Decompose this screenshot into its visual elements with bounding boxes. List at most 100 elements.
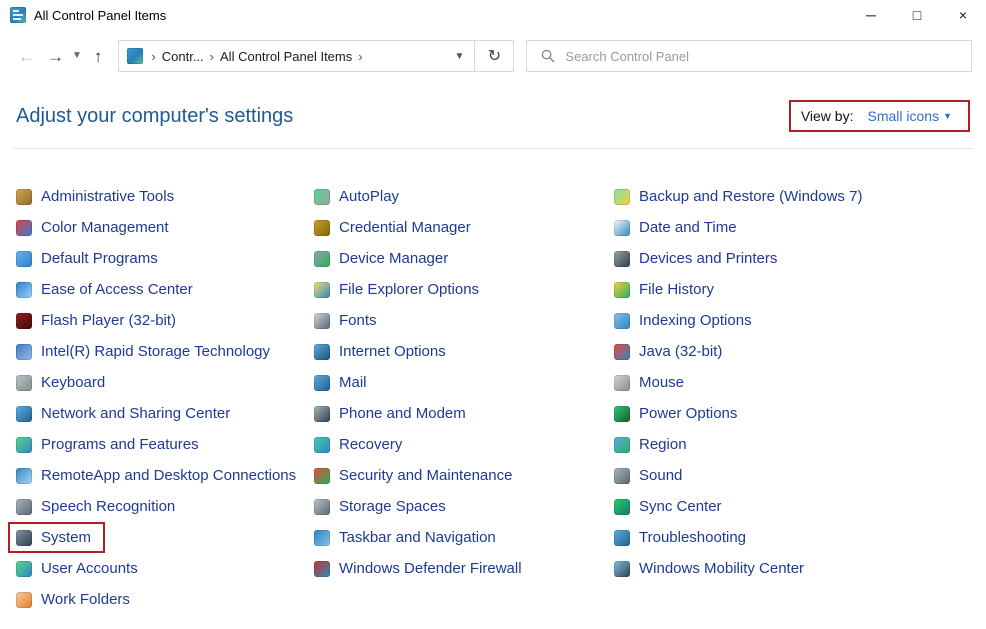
phone-modem-icon — [314, 406, 330, 422]
mail-icon — [314, 375, 330, 391]
control-panel-item[interactable]: Programs and Features — [16, 429, 207, 460]
search-input[interactable] — [563, 41, 971, 71]
control-panel-item[interactable]: Indexing Options — [614, 305, 760, 336]
maximize-button[interactable]: □ — [894, 0, 940, 30]
header-row: Adjust your computer's settings View by:… — [0, 100, 986, 132]
work-folders-icon — [16, 592, 32, 608]
control-panel-item[interactable]: Sound — [614, 460, 690, 491]
search-box — [526, 40, 972, 72]
control-panel-item-label: Device Manager — [339, 250, 448, 267]
control-panel-item[interactable]: Recovery — [314, 429, 410, 460]
control-panel-item[interactable]: Work Folders — [16, 584, 138, 615]
breadcrumb-chevron-icon[interactable]: › — [356, 49, 364, 64]
refresh-icon[interactable]: ↻ — [475, 41, 513, 71]
backup-restore-icon — [614, 189, 630, 205]
view-by-dropdown[interactable]: Small icons ▼ — [861, 107, 958, 125]
control-panel-item[interactable]: Mail — [314, 367, 375, 398]
power-options-icon — [614, 406, 630, 422]
chevron-down-icon: ▼ — [943, 111, 952, 121]
forward-button[interactable]: → — [41, 46, 70, 67]
address-dropdown-icon[interactable]: ▼ — [445, 41, 475, 71]
device-manager-icon — [314, 251, 330, 267]
recent-locations-chevron-icon[interactable]: ▼ — [70, 49, 84, 63]
control-panel-item[interactable]: Phone and Modem — [314, 398, 474, 429]
control-panel-item-label: Credential Manager — [339, 219, 471, 236]
control-panel-item[interactable]: Flash Player (32-bit) — [16, 305, 184, 336]
items-column-2: AutoPlay Credential Manager Device Manager… — [314, 181, 614, 584]
control-panel-item[interactable]: Ease of Access Center — [16, 274, 201, 305]
default-programs-icon — [16, 251, 32, 267]
control-panel-item-label: Power Options — [639, 405, 737, 422]
control-panel-item[interactable]: Java (32-bit) — [614, 336, 730, 367]
view-by-value: Small icons — [867, 108, 939, 124]
control-panel-item[interactable]: Security and Maintenance — [314, 460, 520, 491]
control-panel-item[interactable]: Administrative Tools — [16, 181, 182, 212]
control-panel-item[interactable]: Speech Recognition — [16, 491, 183, 522]
fonts-icon — [314, 313, 330, 329]
control-panel-item[interactable]: Network and Sharing Center — [16, 398, 238, 429]
control-panel-item[interactable]: AutoPlay — [314, 181, 407, 212]
breadcrumb-chevron-icon[interactable]: › — [149, 49, 157, 64]
control-panel-item[interactable]: Credential Manager — [314, 212, 479, 243]
breadcrumb-chevron-icon[interactable]: › — [208, 49, 216, 64]
credential-manager-icon — [314, 220, 330, 236]
control-panel-item-label: Ease of Access Center — [41, 281, 193, 298]
control-panel-item[interactable]: Sync Center — [614, 491, 730, 522]
close-button[interactable]: × — [940, 0, 986, 30]
control-panel-item[interactable]: Default Programs — [16, 243, 166, 274]
control-panel-item[interactable]: Color Management — [16, 212, 177, 243]
page-title: Adjust your computer's settings — [16, 105, 293, 128]
control-panel-item-label: Backup and Restore (Windows 7) — [639, 188, 862, 205]
control-panel-item[interactable]: Device Manager — [314, 243, 456, 274]
keyboard-icon — [16, 375, 32, 391]
items-column-1: Administrative ToolsColor ManagementDefa… — [16, 181, 314, 615]
control-panel-item[interactable]: Troubleshooting — [614, 522, 754, 553]
control-panel-item[interactable]: Devices and Printers — [614, 243, 785, 274]
control-panel-item[interactable]: RemoteApp and Desktop Connections — [16, 460, 304, 491]
file-history-icon — [614, 282, 630, 298]
up-button[interactable]: ↑ — [88, 46, 109, 67]
control-panel-item[interactable]: User Accounts — [16, 553, 146, 584]
sound-icon — [614, 468, 630, 484]
control-panel-item[interactable]: Internet Options — [314, 336, 454, 367]
control-panel-item-label: Sound — [639, 467, 682, 484]
autoplay-icon — [314, 189, 330, 205]
breadcrumb-root[interactable]: Contr... — [158, 49, 208, 64]
recovery-icon — [314, 437, 330, 453]
control-panel-item[interactable]: Fonts — [314, 305, 385, 336]
control-panel-item[interactable]: Power Options — [614, 398, 745, 429]
control-panel-item[interactable]: Region — [614, 429, 695, 460]
control-panel-item[interactable]: Date and Time — [614, 212, 745, 243]
control-panel-item[interactable]: Windows Defender Firewall — [314, 553, 530, 584]
address-bar[interactable]: › Contr... › All Control Panel Items › ▼… — [118, 40, 514, 72]
control-panel-item[interactable]: Taskbar and Navigation — [314, 522, 504, 553]
window-title: All Control Panel Items — [34, 8, 166, 23]
control-panel-item[interactable]: File Explorer Options — [314, 274, 487, 305]
control-panel-item[interactable]: Mouse — [614, 367, 692, 398]
file-explorer-options-icon — [314, 282, 330, 298]
windows-mobility-center-icon — [614, 561, 630, 577]
control-panel-location-icon — [127, 48, 143, 64]
control-panel-item-label: Internet Options — [339, 343, 446, 360]
control-panel-item[interactable]: Intel(R) Rapid Storage Technology — [16, 336, 278, 367]
back-button[interactable]: ← — [12, 46, 41, 67]
minimize-button[interactable]: ─ — [848, 0, 894, 30]
control-panel-item-label: Keyboard — [41, 374, 105, 391]
indexing-options-icon — [614, 313, 630, 329]
control-panel-item-label: Work Folders — [41, 591, 130, 608]
control-panel-item-label: Java (32-bit) — [639, 343, 722, 360]
breadcrumb-current[interactable]: All Control Panel Items — [216, 49, 356, 64]
control-panel-item[interactable]: System — [8, 522, 105, 553]
control-panel-item[interactable]: Backup and Restore (Windows 7) — [614, 181, 870, 212]
control-panel-item-label: File History — [639, 281, 714, 298]
storage-spaces-icon — [314, 499, 330, 515]
control-panel-item-label: Taskbar and Navigation — [339, 529, 496, 546]
items-column-3: Backup and Restore (Windows 7) Date and T… — [614, 181, 974, 584]
control-panel-item[interactable]: Keyboard — [16, 367, 113, 398]
control-panel-item[interactable]: File History — [614, 274, 722, 305]
flash-player-icon — [16, 313, 32, 329]
control-panel-item[interactable]: Storage Spaces — [314, 491, 454, 522]
ease-of-access-icon — [16, 282, 32, 298]
control-panel-item[interactable]: Windows Mobility Center — [614, 553, 812, 584]
date-time-icon — [614, 220, 630, 236]
